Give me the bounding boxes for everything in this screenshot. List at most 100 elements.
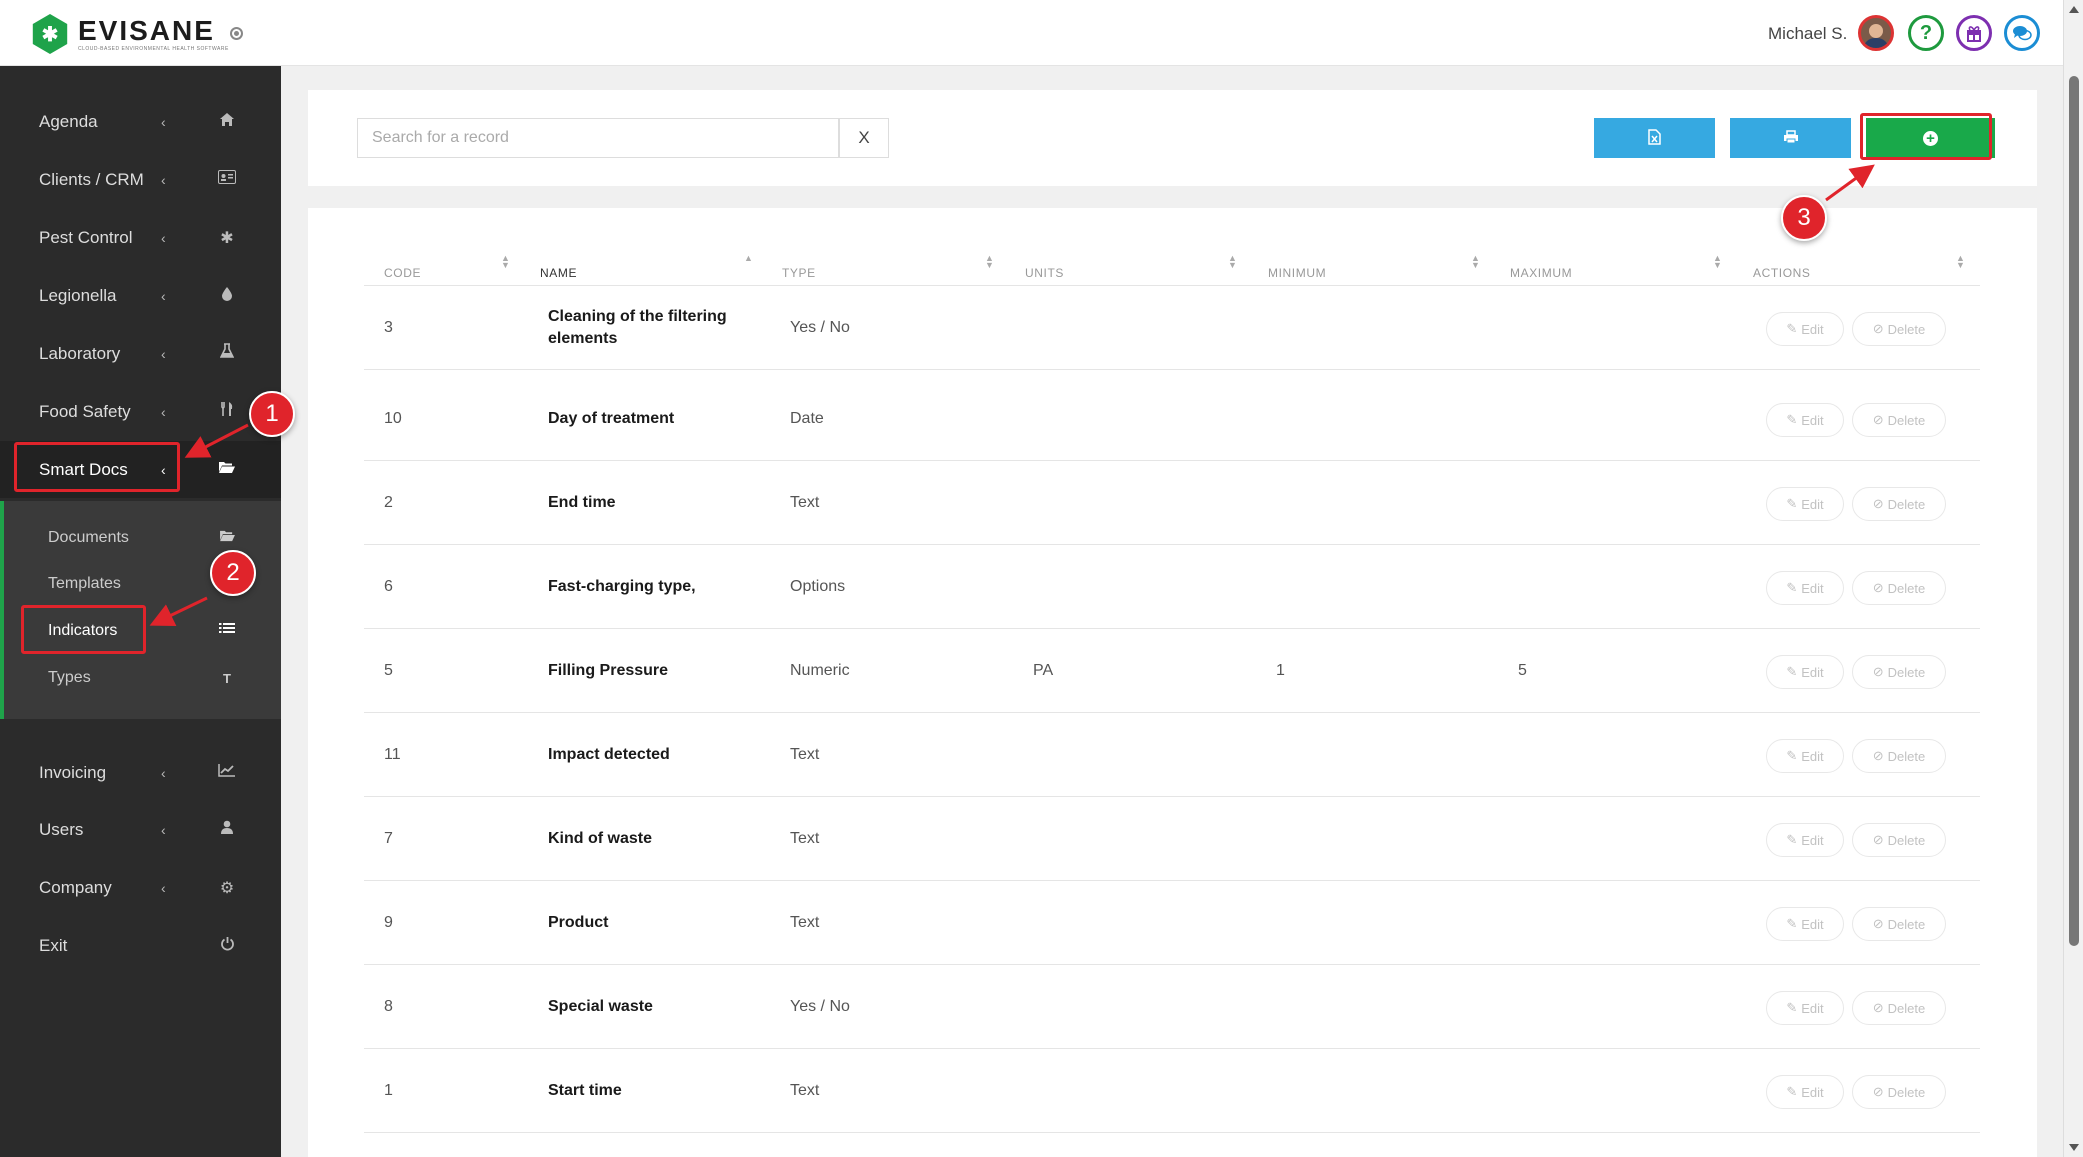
clear-search-button[interactable]: X (839, 118, 889, 158)
gift-icon[interactable] (1956, 15, 1992, 51)
delete-label: Delete (1887, 580, 1926, 596)
delete-button[interactable]: ⊘ Delete (1852, 1075, 1946, 1109)
app-logo[interactable]: ✱ EVISANE CLOUD-BASED ENVIRONMENTAL HEAL… (30, 14, 229, 54)
table-row[interactable]: 2 End time Text ✎ Edit ⊘ Delete (364, 461, 1980, 545)
table-row[interactable]: 7 Kind of waste Text ✎ Edit ⊘ Delete (364, 797, 1980, 881)
search-input[interactable] (357, 118, 839, 158)
page-scrollbar[interactable] (2063, 0, 2083, 1157)
delete-label: Delete (1887, 748, 1926, 764)
sort-icon[interactable]: ▲ ▼ (501, 254, 510, 270)
avatar[interactable] (1858, 15, 1894, 51)
cell-name: Filling Pressure (548, 662, 669, 679)
ban-icon: ⊘ (1872, 832, 1884, 847)
sort-icon[interactable]: ▲ ▼ (1471, 254, 1480, 270)
delete-button[interactable]: ⊘ Delete (1852, 403, 1946, 437)
table-row[interactable]: 5 Filling Pressure Numeric PA 1 5 ✎ Edit ⊘ Delete (364, 629, 1980, 713)
chat-icon[interactable] (2004, 15, 2040, 51)
logo-name: EVISANE (78, 14, 215, 46)
edit-button[interactable]: ✎ Edit (1766, 1075, 1844, 1109)
sidebar-item-pest-control[interactable]: Pest Control ‹ ✱ (0, 209, 281, 266)
cell-type: Options (790, 578, 846, 595)
delete-button[interactable]: ⊘ Delete (1852, 739, 1946, 773)
sidebar-item-legionella[interactable]: Legionella ‹ (0, 267, 281, 324)
sidebar-item-label: Agenda (39, 111, 98, 131)
delete-button[interactable]: ⊘ Delete (1852, 655, 1946, 689)
edit-icon: ✎ (1786, 916, 1798, 931)
delete-button[interactable]: ⊘ Delete (1852, 823, 1946, 857)
cell-type: Yes / No (790, 998, 850, 1015)
delete-button[interactable]: ⊘ Delete (1852, 991, 1946, 1025)
edit-button[interactable]: ✎ Edit (1766, 991, 1844, 1025)
sidebar-item-users[interactable]: Users ‹ (0, 801, 281, 858)
cell-name: Fast-charging type, (548, 578, 696, 595)
highlight-indicators (21, 605, 146, 654)
edit-button[interactable]: ✎ Edit (1766, 823, 1844, 857)
export-excel-button[interactable] (1594, 118, 1715, 158)
delete-button[interactable]: ⊘ Delete (1852, 312, 1946, 346)
print-button[interactable] (1730, 118, 1851, 158)
delete-button[interactable]: ⊘ Delete (1852, 907, 1946, 941)
table-row[interactable]: 10 Day of treatment Date ✎ Edit ⊘ Delete (364, 377, 1980, 461)
submenu-item-label: Templates (48, 575, 121, 592)
table-row[interactable]: 11 Impact detected Text ✎ Edit ⊘ Delete (364, 713, 1980, 797)
cell-code: 1 (384, 1082, 393, 1099)
sort-ascending-icon[interactable]: ▲ (744, 254, 753, 263)
sidebar-item-laboratory[interactable]: Laboratory ‹ (0, 325, 281, 382)
user-name[interactable]: Michael S. (1768, 24, 1847, 44)
scroll-thumb[interactable] (2069, 76, 2079, 946)
help-icon[interactable]: ? (1908, 15, 1944, 51)
sort-icon[interactable]: ▲ ▼ (985, 254, 994, 270)
sort-icon[interactable]: ▲ ▼ (1956, 254, 1965, 270)
edit-button[interactable]: ✎ Edit (1766, 655, 1844, 689)
table-row[interactable]: 1 Start time Text ✎ Edit ⊘ Delete (364, 1049, 1980, 1133)
scroll-up-arrow-icon[interactable] (2069, 6, 2079, 13)
cell-code: 6 (384, 578, 393, 595)
list-icon (218, 622, 236, 641)
cell-type: Yes / No (790, 319, 850, 336)
table-row[interactable]: 9 Product Text ✎ Edit ⊘ Delete (364, 881, 1980, 965)
table-row[interactable]: 6 Fast-charging type, Options ✎ Edit ⊘ Delete (364, 545, 1980, 629)
cell-name: Cleaning of the filtering elements (548, 308, 727, 347)
sidebar-item-agenda[interactable]: Agenda ‹ (0, 93, 281, 150)
sidebar-item-exit[interactable]: Exit (0, 917, 281, 974)
annotation-badge-1: 1 (249, 391, 295, 437)
edit-button[interactable]: ✎ Edit (1766, 403, 1844, 437)
table-row[interactable]: 3 Cleaning of the filtering elements Yes /… (364, 286, 1980, 370)
sort-icon[interactable]: ▲ ▼ (1228, 254, 1237, 270)
chevron-left-icon: ‹ (161, 403, 166, 420)
sidebar-item-clients-crm[interactable]: Clients / CRM ‹ (0, 151, 281, 208)
delete-label: Delete (1887, 1084, 1926, 1100)
delete-button[interactable]: ⊘ Delete (1852, 487, 1946, 521)
edit-icon: ✎ (1786, 580, 1798, 595)
table-row[interactable]: 8 Special waste Yes / No ✎ Edit ⊘ Delete (364, 965, 1980, 1049)
sidebar-item-label: Pest Control (39, 227, 133, 247)
collapse-icon[interactable] (230, 27, 243, 40)
sidebar-item-invoicing[interactable]: Invoicing ‹ (0, 744, 281, 801)
power-icon (218, 936, 236, 956)
sidebar-item-label: Legionella (39, 285, 117, 305)
ban-icon: ⊘ (1872, 580, 1884, 595)
chevron-left-icon: ‹ (161, 287, 166, 304)
edit-button[interactable]: ✎ Edit (1766, 571, 1844, 605)
edit-button[interactable]: ✎ Edit (1766, 907, 1844, 941)
scroll-down-arrow-icon[interactable] (2069, 1144, 2079, 1151)
edit-icon: ✎ (1786, 496, 1798, 511)
sidebar-item-food-safety[interactable]: Food Safety ‹ (0, 383, 281, 440)
delete-label: Delete (1887, 496, 1926, 512)
chart-line-icon (218, 763, 236, 782)
sidebar-item-company[interactable]: Company ‹ ⚙ (0, 859, 281, 916)
edit-button[interactable]: ✎ Edit (1766, 487, 1844, 521)
chevron-left-icon: ‹ (161, 229, 166, 246)
ban-icon: ⊘ (1872, 1000, 1884, 1015)
delete-label: Delete (1887, 1000, 1926, 1016)
sort-icon[interactable]: ▲ ▼ (1713, 254, 1722, 270)
delete-button[interactable]: ⊘ Delete (1852, 571, 1946, 605)
ban-icon: ⊘ (1872, 748, 1884, 763)
submenu-item-types[interactable]: Types T (4, 656, 281, 700)
submenu-item-label: Documents (48, 529, 129, 546)
edit-button[interactable]: ✎ Edit (1766, 739, 1844, 773)
edit-button[interactable]: ✎ Edit (1766, 312, 1844, 346)
submenu-item-label: Types (48, 669, 91, 686)
cell-name: Impact detected (548, 746, 670, 763)
chevron-left-icon: ‹ (161, 879, 166, 896)
